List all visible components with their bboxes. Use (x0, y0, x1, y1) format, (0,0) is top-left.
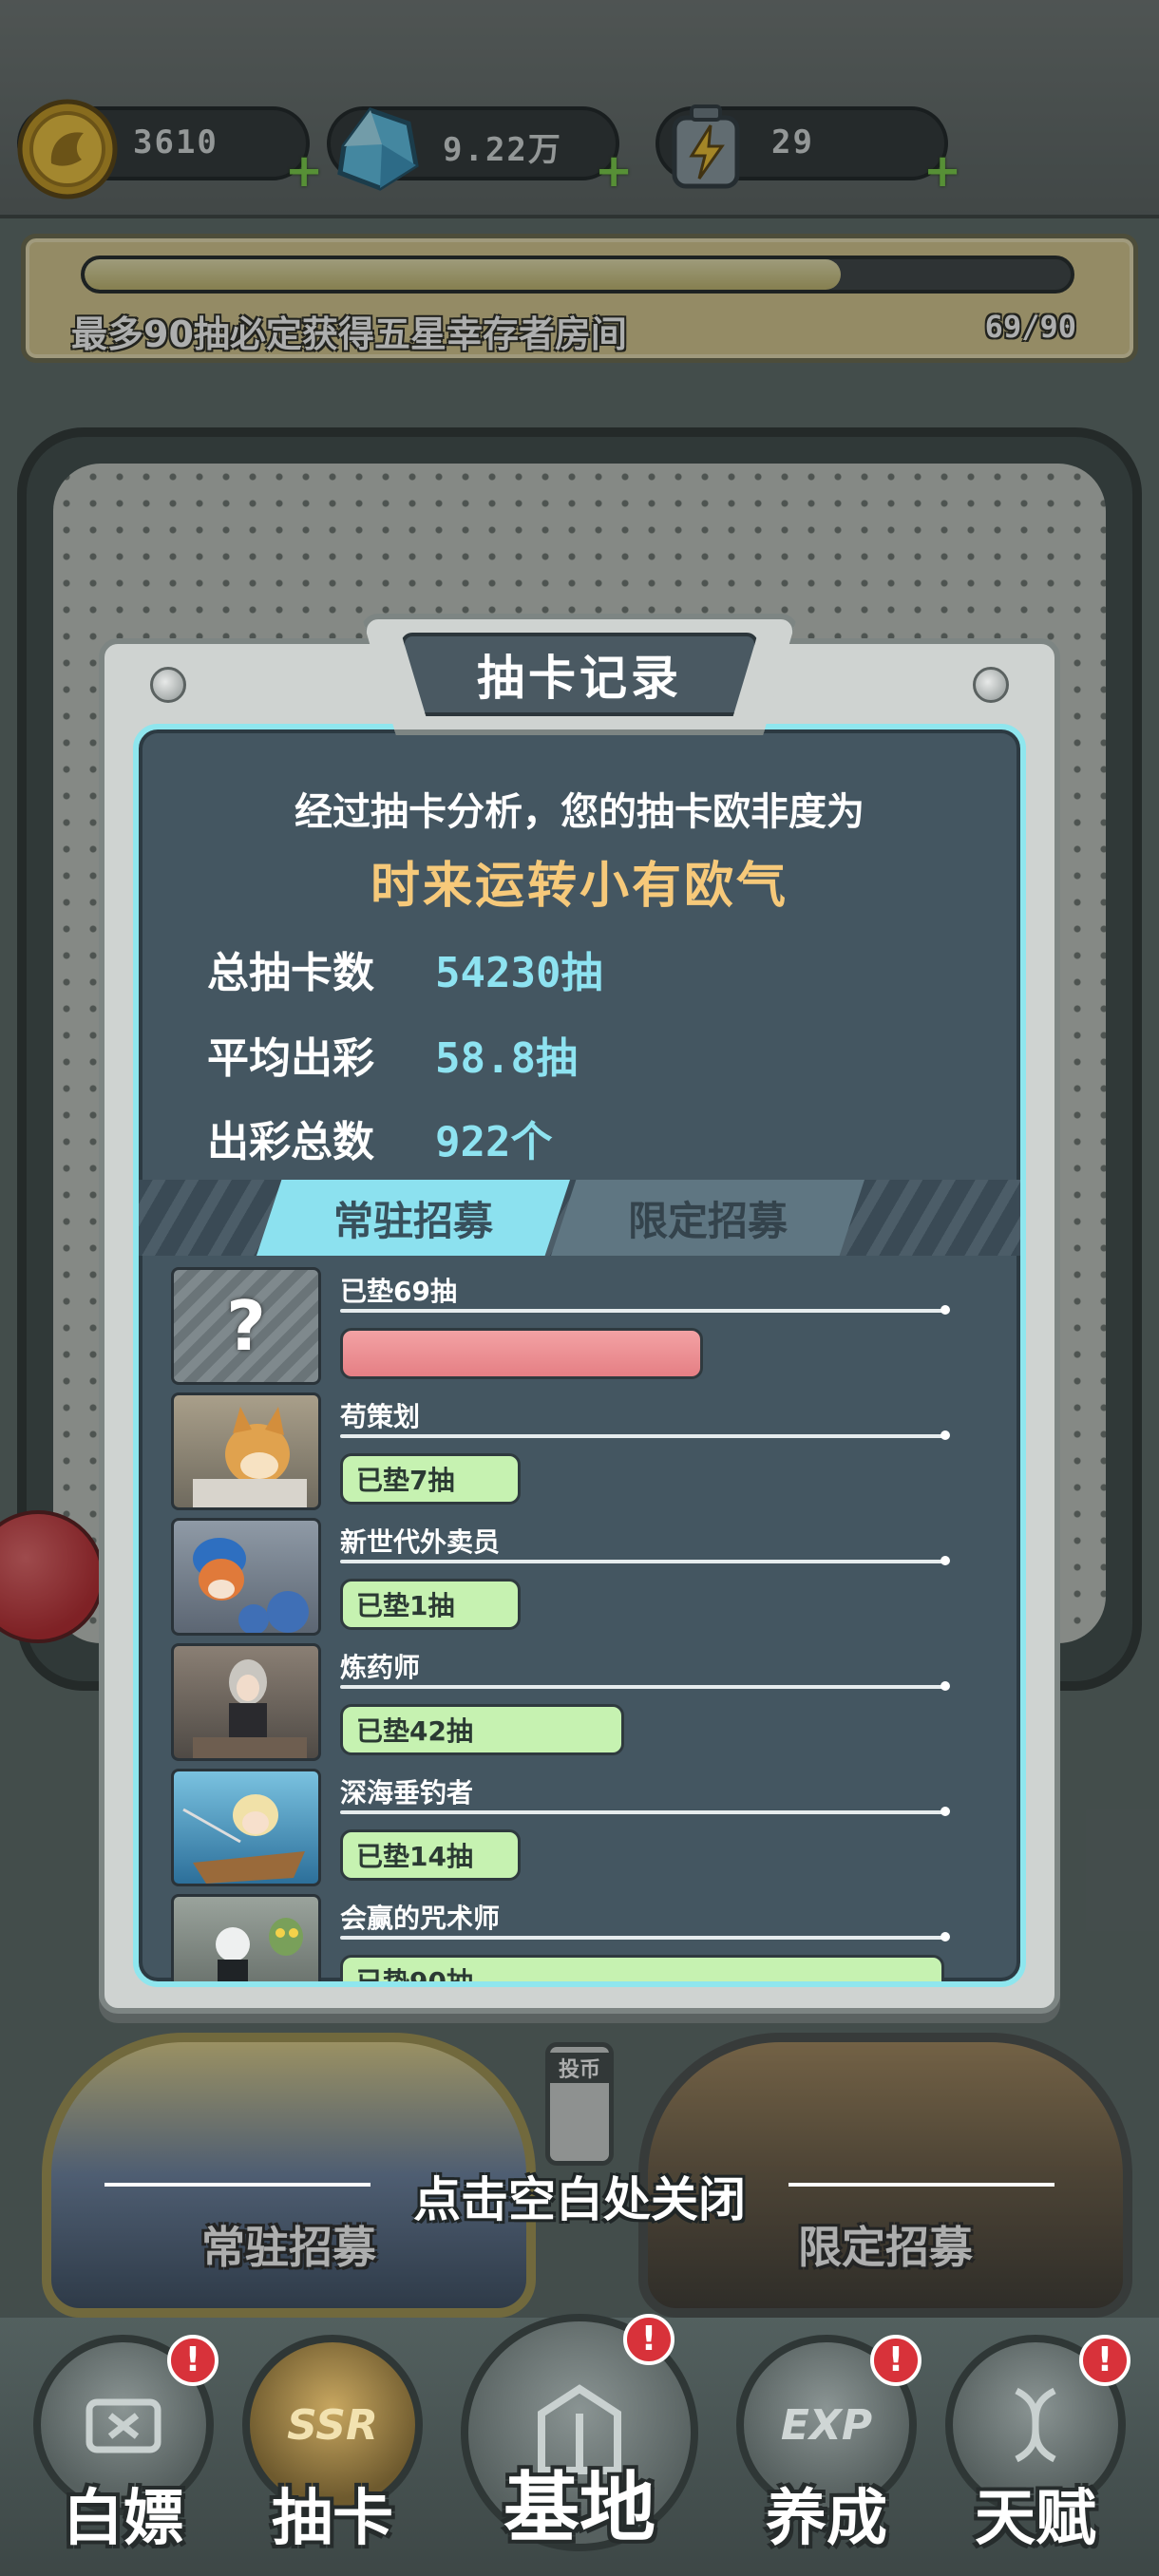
nav-upgrade[interactable]: EXP ! 养成 (732, 2335, 922, 2563)
modal-title: 抽卡记录 (477, 651, 682, 706)
record-name: 炼药师 (340, 1652, 421, 1683)
nav-label: 基地 (504, 2464, 656, 2552)
notification-badge: ! (167, 2335, 218, 2386)
row-divider (340, 1685, 944, 1689)
nav-talent[interactable]: ! 天赋 (940, 2335, 1130, 2563)
record-row: 深海垂钓者 已垫14抽 (171, 1769, 950, 1888)
record-screen: 经过抽卡分析，您的抽卡欧非度为 时来运转小有欧气 总抽卡数 54230抽 平均出… (133, 724, 1026, 1987)
pity-bar: 已垫7抽 (340, 1453, 521, 1505)
row-divider-dot (940, 1932, 950, 1941)
stat-value: 54230抽 (435, 949, 603, 997)
question-mark-icon: ? (171, 1267, 321, 1385)
screw-icon (973, 667, 1009, 703)
delivery-fox-portrait (171, 1518, 321, 1636)
row-divider-dot (940, 1807, 950, 1816)
pity-bar: 已垫14抽 (340, 1829, 521, 1881)
sorcerer-portrait (171, 1894, 321, 1981)
row-divider-dot (940, 1430, 950, 1440)
pity-bar: 已垫90抽 (340, 1955, 944, 1981)
luck-verdict: 时来运转小有欧气 (370, 858, 788, 915)
stat-value: 922个 (435, 1118, 553, 1166)
record-row: 新世代外卖员 已垫1抽 (171, 1518, 950, 1638)
stat-label: 出彩总数 (207, 1118, 374, 1166)
alchemist-portrait (171, 1643, 321, 1761)
close-hint[interactable]: 点击空白处关闭 (0, 2162, 1159, 2230)
row-divider-dot (940, 1305, 950, 1315)
stat-label: 平均出彩 (207, 1034, 374, 1083)
banner-tabs: 常驻招募 限定招募 (139, 1180, 1020, 1256)
nav-freebies[interactable]: ! 白嫖 (28, 2335, 218, 2563)
stat-total-pulls: 总抽卡数 54230抽 (207, 940, 602, 997)
stat-value: 58.8抽 (435, 1034, 578, 1083)
pity-bar: 已垫1抽 (340, 1579, 521, 1630)
record-row: ? 已垫69抽 (171, 1267, 950, 1387)
record-name: 新世代外卖员 (340, 1526, 501, 1558)
nav-label: 养成 (766, 2484, 887, 2554)
notification-badge: ! (870, 2335, 922, 2386)
nav-label: 天赋 (975, 2484, 1096, 2554)
row-divider (340, 1560, 944, 1563)
tab-standard-recruit[interactable]: 常驻招募 (256, 1180, 570, 1256)
record-name: 苟策划 (340, 1401, 421, 1432)
row-divider (340, 1434, 944, 1438)
tab-limited-recruit[interactable]: 限定招募 (551, 1180, 864, 1256)
pity-bar: 已垫42抽 (340, 1704, 624, 1755)
modal-title-plate: 抽卡记录 (361, 614, 798, 735)
shiba-dog-portrait (171, 1392, 321, 1510)
stat-total-rares: 出彩总数 922个 (207, 1109, 552, 1166)
bottom-nav: ! 白嫖 SSR 抽卡 ! 基地 EXP ! 养成 ! 天赋 (0, 2314, 1159, 2576)
stat-average-pity: 平均出彩 58.8抽 (207, 1026, 578, 1083)
record-row: 炼药师 已垫42抽 (171, 1643, 950, 1763)
screw-icon (150, 667, 186, 703)
row-divider (340, 1936, 944, 1940)
fisher-portrait (171, 1769, 321, 1886)
stat-label: 总抽卡数 (207, 949, 374, 997)
row-divider (340, 1309, 944, 1313)
gacha-record-modal: 经过抽卡分析，您的抽卡欧非度为 时来运转小有欧气 总抽卡数 54230抽 平均出… (99, 638, 1060, 2014)
row-divider-dot (940, 1556, 950, 1565)
row-divider (340, 1810, 944, 1814)
row-divider-dot (940, 1681, 950, 1691)
notification-badge: ! (623, 2314, 674, 2365)
nav-label: 抽卡 (272, 2484, 393, 2554)
record-name: 会赢的咒术师 (340, 1903, 501, 1934)
notification-badge: ! (1079, 2335, 1130, 2386)
record-row: 苟策划 已垫7抽 (171, 1392, 950, 1512)
record-row: 会赢的咒术师 已垫90抽 (171, 1894, 950, 1981)
nav-base[interactable]: ! 基地 (446, 2314, 712, 2563)
record-name: 已垫69抽 (340, 1276, 457, 1307)
nav-gacha[interactable]: SSR 抽卡 (238, 2335, 428, 2563)
analysis-intro: 经过抽卡分析，您的抽卡欧非度为 (294, 790, 864, 834)
nav-label: 白嫖 (63, 2484, 184, 2554)
record-name: 深海垂钓者 (340, 1777, 474, 1809)
pity-bar (340, 1328, 703, 1379)
modal-title-inner: 抽卡记录 (401, 633, 758, 716)
